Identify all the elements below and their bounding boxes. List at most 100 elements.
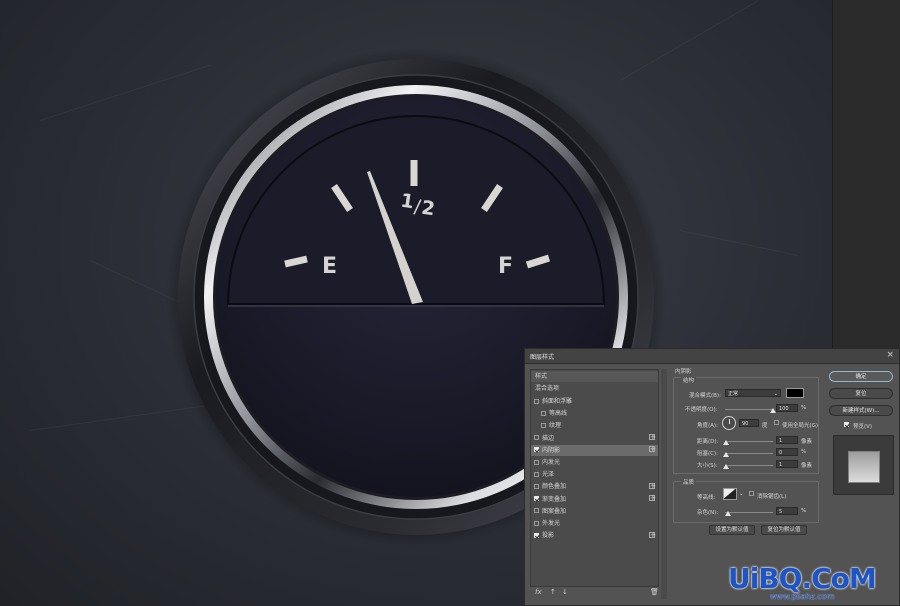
opacity-unit: %: [801, 405, 807, 411]
effect-checkbox[interactable]: [534, 471, 539, 477]
effect-item[interactable]: 投影 +: [531, 530, 658, 541]
add-effect-icon[interactable]: +: [649, 482, 656, 489]
angle-dial-hand: [729, 419, 730, 424]
effect-item[interactable]: 斜面和浮雕: [531, 396, 658, 407]
angle-label: 角度(A):: [697, 423, 718, 429]
add-effect-icon[interactable]: +: [649, 446, 656, 453]
effect-label: 投影: [542, 532, 555, 540]
close-icon[interactable]: ×: [886, 350, 894, 360]
size-input[interactable]: 1: [776, 460, 798, 468]
preview-swatch: [848, 451, 880, 483]
move-up-icon[interactable]: ↑: [550, 588, 556, 596]
effect-item[interactable]: 渐变叠加 +: [531, 494, 658, 505]
effect-item[interactable]: 外发光: [531, 518, 658, 529]
chevron-down-icon: ⌄: [773, 391, 778, 397]
move-down-icon[interactable]: ↓: [562, 588, 568, 596]
ok-button[interactable]: 确定: [829, 371, 893, 382]
styles-scrollbar[interactable]: [661, 369, 667, 599]
size-thumb[interactable]: [723, 464, 729, 469]
effect-checkbox[interactable]: [534, 398, 539, 404]
effect-item[interactable]: 内发光: [531, 457, 658, 468]
watermark-url: www.psahz.com: [770, 592, 835, 601]
size-label: 大小(S):: [697, 463, 718, 469]
antialias-label: 消除锯齿(L): [757, 494, 787, 500]
distance-value: 1: [779, 438, 783, 444]
effect-item[interactable]: 等高线: [531, 408, 658, 419]
preview-checkbox[interactable]: [844, 422, 849, 427]
noise-value: 5: [779, 509, 783, 515]
trash-icon[interactable]: 🗑: [650, 588, 659, 596]
effect-label: 纹理: [549, 422, 562, 430]
effect-checkbox[interactable]: [534, 520, 539, 526]
effect-checkbox[interactable]: [534, 447, 539, 453]
size-unit: 像素: [801, 463, 813, 469]
noise-slider[interactable]: [725, 512, 773, 513]
effect-label: 渐变叠加: [542, 495, 567, 503]
blend-mode-select[interactable]: 正常 ⌄: [725, 389, 781, 397]
styles-footer: fx ↑ ↓ 🗑: [530, 587, 659, 599]
fx-icon[interactable]: fx: [535, 588, 542, 596]
distance-thumb[interactable]: [723, 440, 729, 445]
effect-checkbox[interactable]: [534, 508, 539, 514]
structure-title: 结构: [681, 376, 697, 384]
noise-unit: %: [801, 508, 807, 514]
effect-item[interactable]: 光泽: [531, 469, 658, 480]
effect-label: 图案叠加: [542, 507, 567, 515]
inner-shadow-settings: 内阴影 结构 混合模式(B): 正常 ⌄ 不透明度(O): 100 % 角度(A…: [671, 367, 821, 557]
add-effect-icon[interactable]: +: [649, 495, 656, 502]
contour-dropdown-icon[interactable]: ⌄: [739, 491, 744, 497]
styles-header[interactable]: 样式: [531, 371, 658, 382]
effect-label: 斜面和浮雕: [542, 398, 573, 405]
choke-slider[interactable]: [725, 453, 773, 454]
opacity-slider[interactable]: [725, 409, 773, 410]
choke-input[interactable]: 0: [776, 448, 798, 456]
set-default-button[interactable]: 设置为默认值: [709, 525, 755, 535]
add-effect-icon[interactable]: +: [649, 531, 656, 538]
effect-label: 内阴影: [542, 446, 561, 454]
size-value: 1: [779, 462, 783, 468]
size-slider[interactable]: [725, 465, 773, 466]
reset-button[interactable]: 复位: [829, 388, 893, 399]
effect-checkbox[interactable]: [541, 410, 546, 416]
effect-checkbox[interactable]: [534, 435, 539, 441]
half-label: 1/2: [399, 190, 436, 221]
contour-picker[interactable]: [723, 488, 737, 500]
add-effect-icon[interactable]: +: [649, 434, 656, 441]
blend-options-item[interactable]: 混合选项: [531, 383, 658, 394]
reset-default-button[interactable]: 复位为默认值: [761, 525, 807, 535]
choke-value: 0: [779, 450, 783, 456]
distance-slider[interactable]: [725, 441, 773, 442]
angle-value: 90: [742, 421, 749, 427]
effect-label: 外发光: [542, 520, 561, 527]
distance-input[interactable]: 1: [776, 436, 798, 444]
noise-input[interactable]: 5: [776, 507, 798, 515]
angle-unit: 度: [762, 423, 768, 429]
shadow-color-swatch[interactable]: [786, 388, 804, 398]
effect-checkbox[interactable]: [541, 422, 546, 428]
effect-item[interactable]: 内阴影 +: [531, 444, 658, 456]
new-style-button[interactable]: 新建样式(W)...: [829, 405, 893, 416]
dialog-titlebar[interactable]: 图层样式 ×: [525, 349, 899, 364]
blend-options-label: 混合选项: [535, 385, 560, 392]
effect-checkbox[interactable]: [534, 459, 539, 465]
effect-item[interactable]: 纹理: [531, 420, 658, 431]
global-light-checkbox[interactable]: [774, 420, 779, 425]
noise-thumb[interactable]: [725, 511, 731, 516]
effect-label: 内发光: [542, 459, 561, 466]
effect-checkbox[interactable]: [534, 532, 539, 538]
antialias-checkbox[interactable]: [749, 491, 754, 496]
style-preview-thumbnail: [833, 435, 894, 495]
effect-item[interactable]: 图案叠加: [531, 506, 658, 517]
distance-unit: 像素: [801, 439, 813, 445]
choke-thumb[interactable]: [723, 452, 729, 457]
angle-dial[interactable]: [722, 416, 736, 430]
effect-checkbox[interactable]: [534, 496, 539, 502]
choke-label: 阻塞(C):: [697, 451, 718, 457]
effect-item[interactable]: 颜色叠加 +: [531, 481, 658, 492]
angle-input[interactable]: 90: [739, 419, 759, 427]
opacity-input[interactable]: 100: [776, 404, 798, 412]
effect-checkbox[interactable]: [534, 483, 539, 489]
effect-item[interactable]: 描边 +: [531, 433, 658, 444]
watermark-logo: UiBQ.CoM: [728, 562, 877, 595]
quality-group: [673, 481, 819, 523]
